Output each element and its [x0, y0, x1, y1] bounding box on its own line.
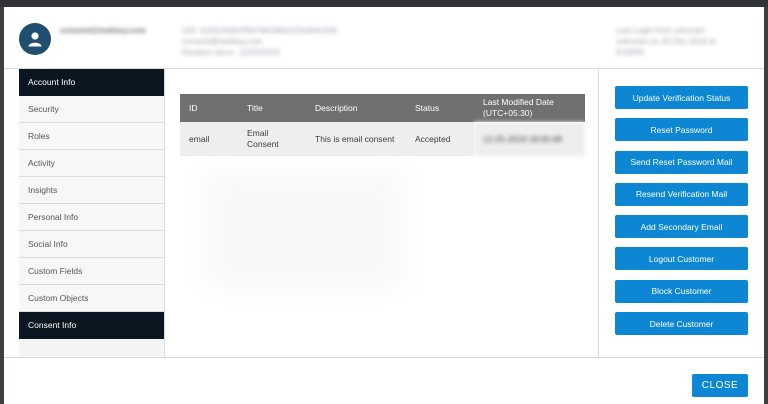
column-header-title: Title: [238, 94, 306, 122]
modal-footer: CLOSE: [4, 357, 764, 404]
delete-customer-button[interactable]: Delete Customer: [615, 312, 748, 336]
table-header-row: ID Title Description Status Last Modifie…: [180, 94, 585, 122]
update-verification-status-button[interactable]: Update Verification Status: [615, 86, 748, 109]
cell-description: This is email consent: [306, 122, 406, 156]
sidebar-item-roles[interactable]: Roles: [19, 123, 164, 150]
customer-identifiers: UID: a1b2c3d4e5f6a7b8c9d0e1f2a3b4c5d6 co…: [182, 25, 337, 58]
sidebar-item-custom-fields[interactable]: Custom Fields: [19, 258, 164, 285]
column-header-timezone: (UTC+05:30): [483, 108, 533, 118]
column-header-status: Status: [406, 94, 474, 122]
cell-status: Accepted: [406, 122, 474, 156]
sidebar-item-account-info[interactable]: Account Info: [19, 69, 164, 96]
cell-title: Email Consent: [238, 122, 306, 156]
cell-last-modified: 12-25-2019 18:00:48: [474, 122, 585, 156]
last-login-line-2: unknown on 25 Dec 2019 at: [616, 37, 716, 46]
send-reset-password-mail-button[interactable]: Send Reset Password Mail: [615, 150, 748, 174]
sidebar-item-consent-info[interactable]: Consent Info: [19, 312, 164, 339]
customer-uid: UID: a1b2c3d4e5f6a7b8c9d0e1f2a3b4c5d6: [182, 26, 337, 35]
resend-verification-mail-button[interactable]: Resend Verification Mail: [615, 182, 748, 206]
block-customer-button[interactable]: Block Customer: [615, 279, 748, 303]
consent-content-panel: ID Title Description Status Last Modifie…: [164, 69, 599, 357]
last-login-info: Last Login from unknown unknown on 25 De…: [616, 25, 736, 58]
sidebar-item-social-info[interactable]: Social Info: [19, 231, 164, 258]
sidebar-nav: Account Info Security Roles Activity Ins…: [19, 69, 164, 357]
sidebar-item-security[interactable]: Security: [19, 96, 164, 123]
customer-email: consent@mailaxy.com: [60, 26, 146, 35]
cell-title-line-2: Consent: [247, 139, 279, 149]
customer-details-modal: consent@mailaxy.com UID: a1b2c3d4e5f6a7b…: [4, 7, 764, 404]
column-header-description: Description: [306, 94, 406, 122]
last-login-line-1: Last Login from unknown: [616, 26, 706, 35]
cell-id: email: [180, 122, 238, 156]
customer-email-secondary: consent@mailaxy.com: [182, 37, 262, 46]
customer-random-since: Random since : 12/25/2019: [182, 48, 280, 57]
logout-customer-button[interactable]: Logout Customer: [615, 247, 748, 271]
add-secondary-email-button[interactable]: Add Secondary Email: [615, 215, 748, 239]
customer-actions: Update Verification Status Reset Passwor…: [615, 86, 748, 344]
close-button[interactable]: CLOSE: [692, 374, 748, 397]
column-header-id: ID: [180, 94, 238, 122]
sidebar-item-insights[interactable]: Insights: [19, 177, 164, 204]
table-row: email Email Consent This is email consen…: [180, 122, 585, 156]
reset-password-button[interactable]: Reset Password: [615, 118, 748, 142]
blurred-background-area: [205, 169, 405, 289]
cell-title-line-1: Email: [247, 128, 269, 138]
sidebar-item-custom-objects[interactable]: Custom Objects: [19, 285, 164, 312]
column-header-last-modified-label: Last Modified Date: [483, 97, 554, 107]
modal-backdrop: [0, 0, 768, 7]
column-header-last-modified: Last Modified Date (UTC+05:30): [474, 94, 585, 122]
customer-header: consent@mailaxy.com UID: a1b2c3d4e5f6a7b…: [4, 7, 764, 69]
sidebar-item-personal-info[interactable]: Personal Info: [19, 204, 164, 231]
last-login-line-3: 6:00PM: [616, 48, 644, 57]
sidebar-item-activity[interactable]: Activity: [19, 150, 164, 177]
consent-table: ID Title Description Status Last Modifie…: [180, 94, 585, 156]
user-avatar-icon: [19, 23, 51, 55]
